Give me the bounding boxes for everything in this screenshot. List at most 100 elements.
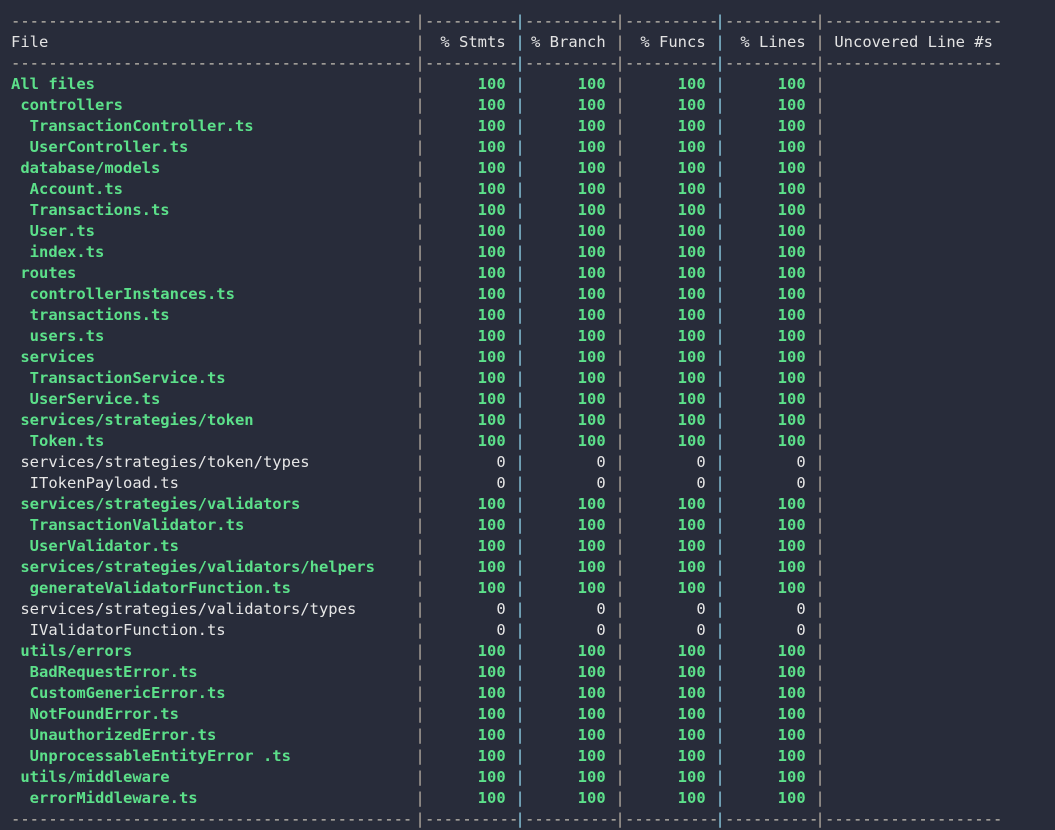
column-separator: |	[415, 285, 425, 303]
column-separator: |	[415, 411, 425, 429]
cell-uncovered	[825, 599, 1025, 620]
cell-uncovered	[825, 389, 1025, 410]
cell-branch: 0	[596, 600, 615, 618]
cell-branch: 100	[577, 663, 615, 681]
cell-file: transactions.ts	[11, 306, 170, 324]
cell-stmts: 0	[496, 474, 515, 492]
rule-file: ----------------------------------------…	[11, 54, 413, 72]
cell-stmts: 100	[477, 75, 515, 93]
column-separator: |	[615, 54, 625, 72]
cell-stmts: 100	[477, 243, 515, 261]
column-separator: |	[415, 789, 425, 807]
column-separator: |	[415, 327, 425, 345]
rule-uncovered: -------------------	[825, 54, 1003, 72]
cell-lines: 100	[777, 747, 815, 765]
cell-stmts: 0	[496, 600, 515, 618]
column-separator: |	[815, 327, 825, 345]
column-separator: |	[615, 138, 625, 156]
column-separator: |	[615, 285, 625, 303]
column-separator: |	[515, 369, 525, 387]
cell-uncovered	[825, 536, 1025, 557]
cell-uncovered	[825, 746, 1025, 767]
column-separator: |	[815, 726, 825, 744]
column-separator: |	[615, 453, 625, 471]
cell-funcs: 100	[677, 432, 715, 450]
cell-uncovered	[825, 74, 1025, 95]
cell-stmts: 100	[477, 558, 515, 576]
column-separator: |	[515, 138, 525, 156]
cell-file: database/models	[11, 159, 161, 177]
cell-file: services	[11, 348, 95, 366]
cell-funcs: 100	[677, 75, 715, 93]
column-separator: |	[515, 180, 525, 198]
cell-lines: 100	[777, 264, 815, 282]
cell-stmts: 100	[477, 537, 515, 555]
cell-branch: 100	[577, 117, 615, 135]
column-separator: |	[815, 621, 825, 639]
table-row: UserService.ts | 100 | 100 | 100 | 100 |	[0, 389, 1055, 410]
cell-funcs: 100	[677, 327, 715, 345]
cell-lines: 100	[777, 579, 815, 597]
cell-lines: 100	[777, 96, 815, 114]
cell-uncovered	[825, 326, 1025, 347]
cell-funcs: 100	[677, 642, 715, 660]
column-separator: |	[515, 495, 525, 513]
column-separator: |	[715, 180, 725, 198]
cell-branch: 0	[596, 474, 615, 492]
column-separator: |	[815, 810, 825, 828]
cell-file: services/strategies/validators	[11, 495, 301, 513]
cell-lines: 100	[777, 348, 815, 366]
cell-file: BadRequestError.ts	[11, 663, 198, 681]
column-separator: |	[415, 159, 425, 177]
cell-stmts: 100	[477, 495, 515, 513]
cell-branch: 100	[577, 138, 615, 156]
column-separator: |	[715, 453, 725, 471]
cell-file: UnprocessableEntityError .ts	[11, 747, 291, 765]
column-separator: |	[515, 474, 525, 492]
cell-funcs: 100	[677, 243, 715, 261]
cell-lines: 100	[777, 684, 815, 702]
column-separator: |	[515, 306, 525, 324]
column-separator: |	[615, 558, 625, 576]
cell-branch: 100	[577, 537, 615, 555]
column-separator: |	[515, 558, 525, 576]
column-separator: |	[715, 201, 725, 219]
cell-uncovered	[825, 179, 1025, 200]
column-separator: |	[615, 222, 625, 240]
column-separator: |	[715, 768, 725, 786]
cell-lines: 100	[777, 369, 815, 387]
column-separator: |	[615, 768, 625, 786]
column-header-funcs: % Funcs	[640, 33, 715, 51]
cell-funcs: 100	[677, 747, 715, 765]
cell-funcs: 100	[677, 411, 715, 429]
cell-funcs: 100	[677, 558, 715, 576]
cell-funcs: 100	[677, 285, 715, 303]
column-separator: |	[615, 495, 625, 513]
cell-uncovered	[825, 683, 1025, 704]
column-separator: |	[815, 264, 825, 282]
column-separator: |	[715, 516, 725, 534]
column-separator: |	[715, 621, 725, 639]
column-separator: |	[515, 789, 525, 807]
table-rule-under-header: ----------------------------------------…	[0, 53, 1055, 74]
cell-funcs: 100	[677, 390, 715, 408]
column-separator: |	[515, 537, 525, 555]
column-separator: |	[515, 642, 525, 660]
column-separator: |	[715, 390, 725, 408]
column-separator: |	[415, 621, 425, 639]
column-separator: |	[515, 12, 525, 30]
column-separator: |	[515, 516, 525, 534]
column-separator: |	[715, 684, 725, 702]
table-row: services/strategies/validators/helpers | 1…	[0, 557, 1055, 578]
table-row: users.ts | 100 | 100 | 100 | 100 |	[0, 326, 1055, 347]
cell-funcs: 100	[677, 705, 715, 723]
table-row: TransactionService.ts | 100 | 100 | 100 | 100…	[0, 368, 1055, 389]
cell-uncovered	[825, 431, 1025, 452]
column-separator: |	[815, 411, 825, 429]
rule-funcs: ----------	[625, 54, 719, 72]
column-separator: |	[415, 600, 425, 618]
cell-funcs: 100	[677, 495, 715, 513]
column-separator: |	[615, 537, 625, 555]
cell-stmts: 100	[477, 726, 515, 744]
cell-stmts: 100	[477, 432, 515, 450]
